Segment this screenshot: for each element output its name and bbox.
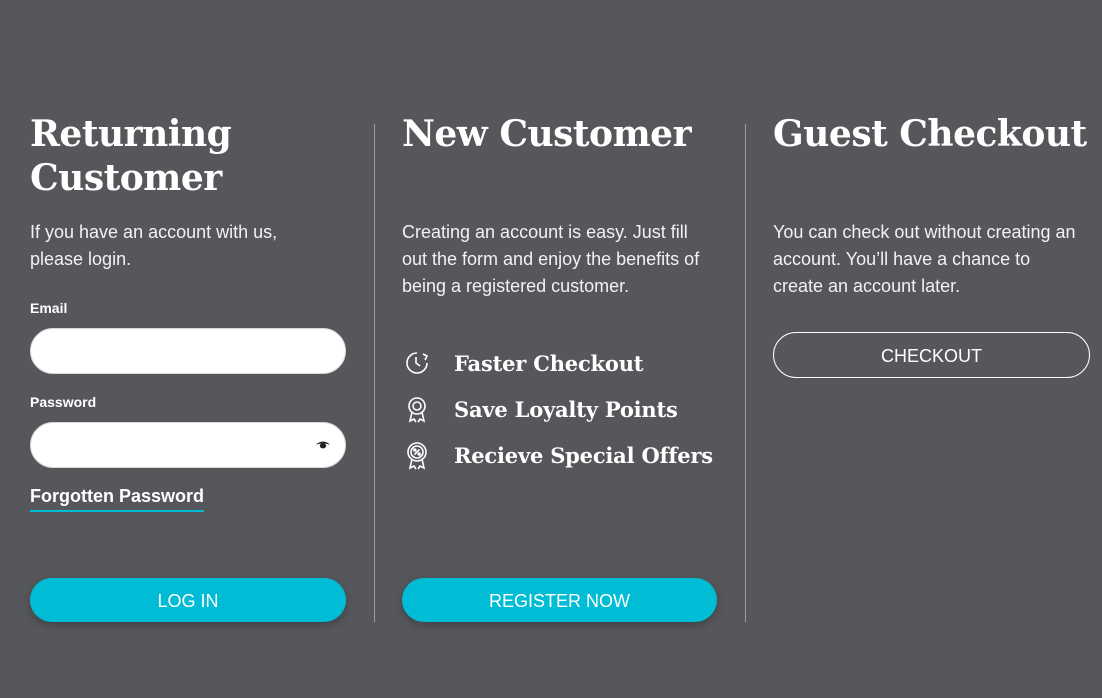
new-customer-section: New Customer Creating an account is easy… bbox=[402, 112, 717, 622]
returning-customer-title: Returning Customer bbox=[30, 113, 232, 199]
password-field[interactable] bbox=[49, 423, 313, 469]
benefit-label: Recieve Special Offers bbox=[454, 442, 713, 468]
benefit-item: Faster Checkout bbox=[402, 340, 713, 386]
password-label: Password bbox=[30, 394, 97, 410]
column-divider bbox=[745, 124, 746, 622]
new-customer-intro: Creating an account is easy. Just fill o… bbox=[402, 222, 700, 296]
percent-badge-icon bbox=[402, 440, 432, 470]
returning-customer-section: Returning Customer If you have an accoun… bbox=[30, 112, 346, 622]
show-password-eye-icon[interactable] bbox=[315, 437, 331, 453]
login-button[interactable]: LOG IN bbox=[30, 578, 346, 622]
email-field-wrapper bbox=[30, 328, 346, 375]
password-field-wrapper bbox=[30, 422, 346, 469]
benefits-list: Faster Checkout Save Loyalty Points Reci… bbox=[402, 340, 713, 478]
benefit-item: Save Loyalty Points bbox=[402, 386, 713, 432]
guest-checkout-title: Guest Checkout bbox=[773, 113, 1087, 155]
guest-checkout-intro: You can check out without creating an ac… bbox=[773, 222, 1076, 296]
email-field[interactable] bbox=[49, 329, 313, 375]
register-now-button[interactable]: REGISTER NOW bbox=[402, 578, 717, 622]
benefit-label: Faster Checkout bbox=[454, 350, 644, 376]
guest-checkout-section: Guest Checkout You can check out without… bbox=[773, 112, 1090, 378]
checkout-button[interactable]: CHECKOUT bbox=[773, 332, 1090, 378]
email-label: Email bbox=[30, 300, 68, 316]
benefit-item: Recieve Special Offers bbox=[402, 432, 713, 478]
returning-customer-intro: If you have an account with us, please l… bbox=[30, 222, 278, 269]
award-badge-icon bbox=[402, 394, 432, 424]
benefit-label: Save Loyalty Points bbox=[454, 396, 678, 422]
new-customer-title: New Customer bbox=[402, 113, 692, 155]
clock-icon bbox=[402, 348, 432, 378]
column-divider bbox=[374, 124, 375, 622]
forgotten-password-link[interactable]: Forgotten Password bbox=[30, 486, 205, 512]
